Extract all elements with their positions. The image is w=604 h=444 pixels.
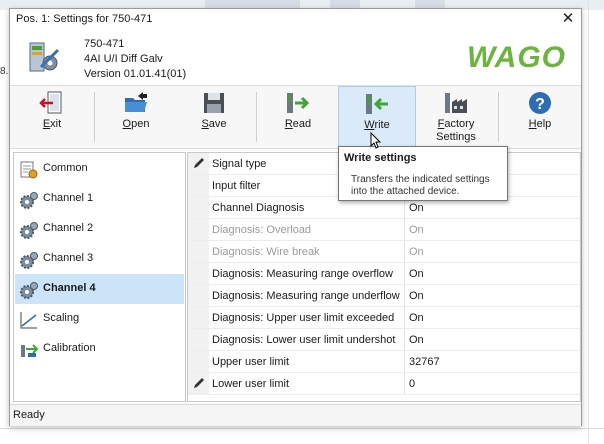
grid-row-diagnosis-wire-break: Diagnosis: Wire break On [188,241,580,263]
tooltip-title: Write settings [344,152,417,164]
grid-row-diagnosis-overload: Diagnosis: Overload On [188,219,580,241]
toolbar-separator [498,92,499,142]
gears-icon [20,252,38,269]
nav-item-channel-4[interactable]: Channel 4 [15,274,184,304]
grid-value[interactable]: 0 [409,378,415,390]
toolbar-separator [256,92,257,142]
mouse-cursor-icon [370,132,382,149]
close-icon[interactable]: ✕ [559,10,577,28]
grid-value: On [409,246,424,258]
toolbar: Exit Open Save Read Write Factory Settin… [10,85,581,149]
grid-value: On [409,224,424,236]
device-part-number: 750-471 [84,38,125,50]
save-disk-icon [204,93,224,113]
scaling-chart-icon [20,312,37,329]
background-divider [0,428,604,429]
tooltip-body: Transfers the indicated settings into th… [351,174,490,197]
help-icon: ? [529,92,551,114]
document-gear-icon [20,161,38,179]
grid-row-upper-user-limit[interactable]: Upper user limit 32767 [188,351,580,373]
grid-value[interactable]: On [409,268,424,280]
nav-item-channel-1[interactable]: Channel 1 [15,184,184,214]
grid-row-range-underflow[interactable]: Diagnosis: Measuring range underflow On [188,285,580,307]
write-icon [366,94,388,114]
gears-icon [20,192,38,209]
nav-item-channel-2[interactable]: Channel 2 [15,214,184,244]
grid-value[interactable]: On [409,334,424,346]
title-bar: Pos. 1: Settings for 750-471 ✕ [10,9,581,29]
grid-row-lower-user-limit[interactable]: Lower user limit 0 [188,373,580,395]
grid-value[interactable]: On [409,312,424,324]
device-description: 4AI U/I Diff Galv [84,53,163,65]
grid-value[interactable]: On [409,290,424,302]
read-icon [287,93,310,113]
factory-settings-button[interactable]: Factory Settings [418,86,494,148]
window-title: Pos. 1: Settings for 750-471 [16,13,153,25]
grid-row-upper-limit-exceeded[interactable]: Diagnosis: Upper user limit exceeded On [188,307,580,329]
exit-button[interactable]: Exit [14,86,90,148]
nav-item-common[interactable]: Common [15,154,184,184]
device-version: Version 01.01.41(01) [84,68,187,80]
svg-text:WAGO: WAGO [467,41,566,71]
channel-nav: Common Channel 1 Channel 2 Channel 3 Cha… [13,152,186,402]
grid-value[interactable]: 32767 [409,356,440,368]
device-info-panel: 750-471 4AI U/I Diff Galv Version 01.01.… [10,29,581,89]
open-folder-icon [125,92,147,112]
save-button[interactable]: Save [176,86,252,148]
status-bar: Ready [10,404,581,426]
background-text-fragment: 8. [0,66,9,77]
pencil-icon [194,378,204,388]
grid-value[interactable]: On [409,202,424,214]
gears-icon [20,222,38,239]
svg-text:?: ? [535,96,545,113]
grid-row-range-overflow[interactable]: Diagnosis: Measuring range overflow On [188,263,580,285]
device-details: 750-471 4AI U/I Diff Galv Version 01.01.… [84,37,186,82]
toolbar-separator [94,92,95,142]
settings-window: Pos. 1: Settings for 750-471 ✕ 750-471 4… [9,8,582,426]
grid-row-lower-limit-undershot[interactable]: Diagnosis: Lower user limit undershot On [188,329,580,351]
gears-icon [20,282,38,299]
read-button[interactable]: Read [260,86,336,148]
write-settings-tooltip: Write settings Transfers the indicated s… [338,146,508,201]
nav-item-channel-3[interactable]: Channel 3 [15,244,184,274]
open-button[interactable]: Open [98,86,174,148]
exit-icon [39,91,62,114]
factory-icon [445,93,467,113]
help-button[interactable]: ? Help [502,86,578,148]
nav-item-calibration[interactable]: Calibration [15,334,184,364]
background-divider [588,0,589,444]
device-module-icon [29,42,60,72]
wago-logo: WAGO [467,41,566,71]
status-text: Ready [13,409,45,421]
calibration-icon [21,344,39,357]
nav-item-scaling[interactable]: Scaling [15,304,184,334]
pencil-icon [194,158,204,168]
